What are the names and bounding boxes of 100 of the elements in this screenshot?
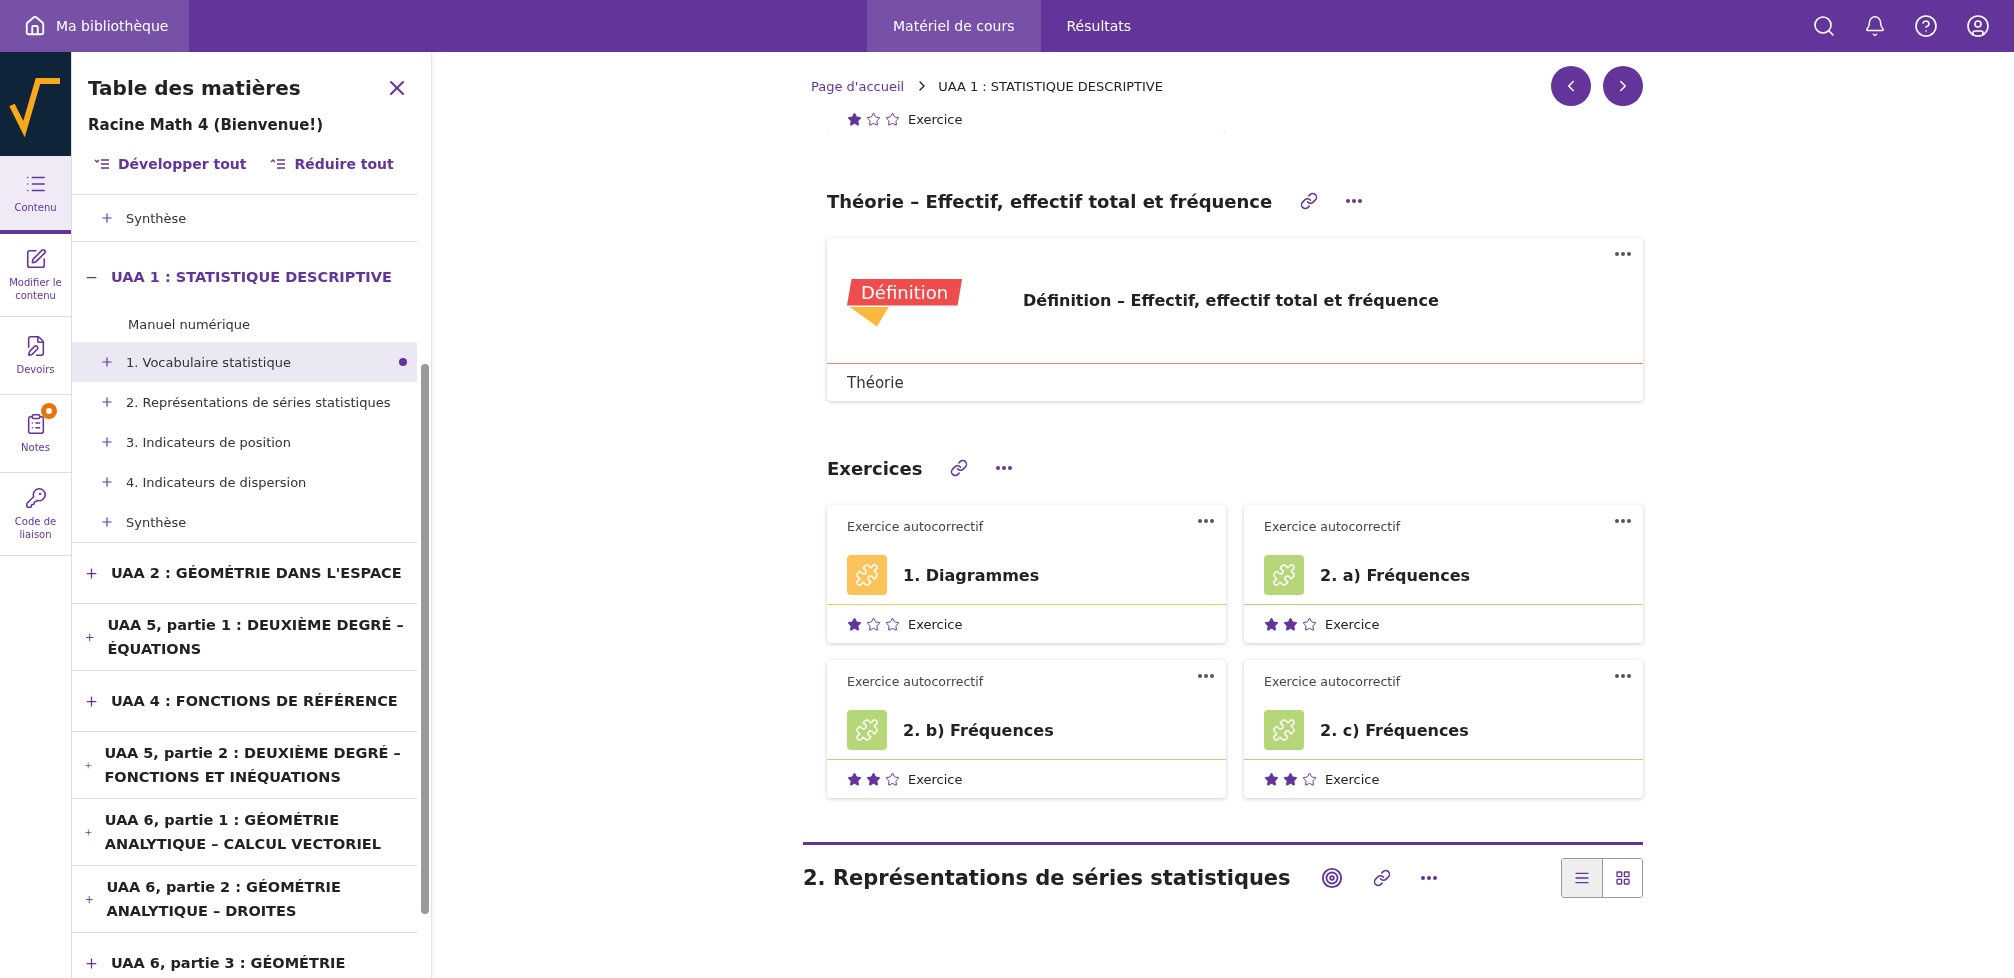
unit-title[interactable]: UAA 6, partie 3 : GÉOMÉTRIE (111, 951, 346, 975)
current-dot (399, 358, 407, 366)
notifications-icon[interactable] (1864, 15, 1886, 37)
link-button[interactable] (1372, 869, 1391, 887)
filled-star-icon (866, 771, 881, 787)
exercise-card[interactable]: Exercice autocorrectif 2. c) Fréquences Exercice (1244, 660, 1643, 798)
expand-icon[interactable] (84, 693, 99, 709)
card-footer-label: Exercice (1325, 771, 1380, 787)
search-icon[interactable] (1812, 14, 1836, 38)
card-footer-label: Exercice (1325, 616, 1380, 632)
next-button[interactable] (1603, 66, 1643, 106)
expand-all-icon (94, 158, 110, 170)
filled-star-icon (1283, 771, 1298, 787)
toc-chapter[interactable]: 4. Indicateurs de dispersion (72, 462, 417, 502)
card-menu-button[interactable] (1198, 674, 1214, 678)
nav-tab[interactable]: Matériel de cours (867, 0, 1041, 52)
puzzle-icon (1272, 563, 1296, 587)
card-footer-label: Théorie (846, 372, 905, 394)
puzzle-icon (855, 563, 879, 587)
edit-icon (24, 248, 47, 270)
more-button[interactable] (1420, 876, 1437, 880)
unit-title[interactable]: UAA 5, partie 2 : DEUXIÈME DEGRÉ – FONCTIONS ET INÉQUATIONS (104, 741, 407, 789)
exercise-card[interactable]: Exercice autocorrectif 2. b) Fréquences Exercice (827, 660, 1226, 798)
unit-title[interactable]: UAA 6, partie 1 : GÉOMÉTRIE ANALYTIQUE – CALCUL VECTORIEL (104, 808, 407, 856)
card-title: 2. c) Fréquences (1320, 720, 1469, 740)
expand-icon[interactable] (84, 565, 99, 581)
help-icon[interactable] (1914, 14, 1938, 38)
section-title: Théorie – Effectif, effectif total et fréquence (827, 190, 1273, 212)
panel-title: Table des matières (88, 76, 301, 100)
toc-chapter[interactable]: 1. Vocabulaire statistique (72, 342, 417, 382)
toc-chapter[interactable]: Synthèse (72, 502, 417, 542)
card-footer-label: Exercice (908, 616, 963, 632)
nav-tab[interactable]: Résultats (1040, 0, 1158, 52)
exercise-card[interactable]: Exercice autocorrectif 2. a) Fréquences Exercice (1244, 505, 1643, 643)
more-button[interactable] (996, 466, 1013, 470)
link-icon (1300, 192, 1319, 210)
link-button[interactable] (1300, 192, 1319, 210)
grid-icon (1614, 870, 1631, 886)
toc-link[interactable]: Manuel numérique (72, 306, 417, 342)
chapter-title: 3. Indicateurs de position (126, 434, 293, 450)
section-title: 2. Représentations de séries statistiques (803, 866, 1291, 890)
list-view-button[interactable] (1562, 859, 1602, 897)
more-icon (996, 466, 1013, 470)
chapter-title: 1. Vocabulaire statistique (126, 354, 292, 370)
empty-star-icon (1302, 616, 1317, 632)
card-title: 2. b) Fréquences (903, 720, 1054, 740)
toc-chapter[interactable]: 2. Représentations de séries statistiques (72, 382, 417, 422)
grid-view-button[interactable] (1602, 859, 1642, 897)
link-icon (950, 459, 969, 477)
puzzle-icon (855, 718, 879, 742)
exercise-card[interactable]: Exercice (827, 108, 1225, 134)
expand-icon[interactable] (84, 955, 99, 971)
collapse-all-button[interactable]: Réduire tout (270, 156, 394, 172)
definition-badge: Définition (847, 272, 973, 329)
more-icon (1198, 674, 1214, 678)
unit-title[interactable]: UAA 1 : STATISTIQUE DESCRIPTIVE (111, 265, 392, 289)
filled-star-icon (847, 616, 862, 632)
breadcrumb-current: UAA 1 : STATISTIQUE DESCRIPTIVE (938, 78, 1163, 94)
unit-title[interactable]: UAA 4 : FONCTIONS DE RÉFÉRENCE (111, 689, 398, 713)
empty-star-icon (866, 111, 881, 127)
more-icon (1615, 674, 1631, 678)
unit-title[interactable]: UAA 2 : GÉOMÉTRIE DANS L'ESPACE (111, 561, 402, 585)
library-button[interactable]: Ma bibliothèque (0, 0, 189, 52)
unit-title[interactable]: UAA 5, partie 1 : DEUXIÈME DEGRÉ – ÉQUATIONS (107, 613, 407, 661)
more-button[interactable] (1346, 199, 1363, 203)
account-icon[interactable] (1966, 14, 1990, 38)
filled-star-icon (1264, 616, 1279, 632)
card-menu-button[interactable] (1615, 674, 1631, 678)
empty-star-icon (885, 771, 900, 787)
objectives-button[interactable] (1320, 867, 1343, 889)
filled-star-icon (1283, 616, 1298, 632)
empty-star-icon (866, 616, 881, 632)
link-button[interactable] (950, 459, 969, 477)
home-icon (24, 15, 46, 37)
book-title: Racine Math 4 (Bienvenue!) (88, 116, 325, 134)
card-menu-button[interactable] (1198, 519, 1214, 523)
exercise-card[interactable]: Exercice autocorrectif 1. Diagrammes Exercice (827, 505, 1226, 643)
breadcrumb-link[interactable]: Page d'accueil (811, 78, 905, 94)
scrollbar-thumb[interactable] (421, 364, 429, 914)
toc-chapter[interactable]: Synthèse (72, 195, 417, 241)
chapter-title: 2. Représentations de séries statistiques (126, 394, 392, 410)
filled-star-icon (1264, 771, 1279, 787)
book-cover[interactable] (0, 52, 71, 156)
unit-title[interactable]: UAA 6, partie 2 : GÉOMÉTRIE ANALYTIQUE – DROITES (106, 875, 407, 923)
previous-button[interactable] (1551, 66, 1591, 106)
card-footer-label: Exercice (908, 111, 963, 127)
expand-all-button[interactable]: Développer tout (94, 156, 247, 172)
card-menu-button[interactable] (1615, 252, 1631, 256)
filled-star-icon (847, 771, 862, 787)
card-title: 2. a) Fréquences (1320, 565, 1471, 585)
toc-chapter[interactable]: 3. Indicateurs de position (72, 422, 417, 462)
chapter-title: Synthèse (126, 210, 188, 226)
card-footer-label: Exercice (908, 771, 963, 787)
card-menu-button[interactable] (1615, 519, 1631, 523)
sidebar-tab[interactable]: Contenu (0, 156, 71, 234)
link-icon (1372, 869, 1391, 887)
theory-card[interactable]: Définition Définition – Effectif, effectif total et fréquence Théorie (827, 238, 1643, 401)
key-icon (24, 487, 47, 509)
card-title: 1. Diagrammes (903, 565, 1040, 585)
card-type-label: Exercice autocorrectif (847, 519, 985, 536)
